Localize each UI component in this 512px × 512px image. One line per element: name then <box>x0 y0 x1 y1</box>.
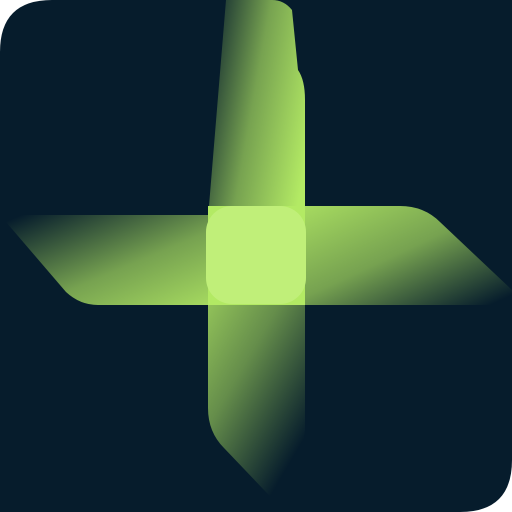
pinwheel-logo-icon <box>0 0 512 512</box>
pinwheel-center <box>206 206 306 304</box>
app-icon <box>0 0 512 512</box>
